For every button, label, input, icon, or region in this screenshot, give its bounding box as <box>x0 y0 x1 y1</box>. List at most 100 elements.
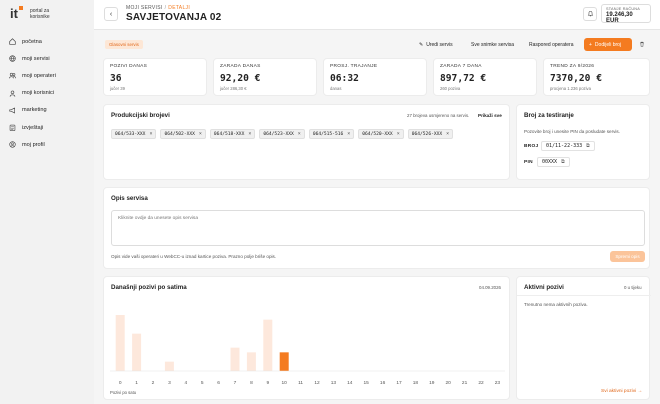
chart-tick-label: 19 <box>429 380 435 386</box>
sidebar-item-moji-korisnici[interactable]: moji korisnici <box>9 85 56 102</box>
number-chip[interactable]: 064/520-XXX × <box>358 129 404 139</box>
clipboard-icon <box>9 124 16 131</box>
stat-value: 36 <box>110 73 122 84</box>
notifications-button[interactable] <box>583 7 597 21</box>
chart-tick-label: 12 <box>314 380 320 386</box>
all-recordings-button[interactable]: Sve snimke servisa <box>466 38 519 51</box>
logo[interactable]: it portal za korisnike <box>10 6 50 20</box>
chart-bar[interactable] <box>263 319 273 371</box>
test-pin-value[interactable]: 00XXX ⧉ <box>537 157 570 167</box>
operator-schedule-button[interactable]: Raspored operatera <box>524 38 578 51</box>
sidebar-item-moji-servisi[interactable]: moji servisi <box>9 50 56 67</box>
page-title: SAVJETOVANJA 02 <box>126 12 222 23</box>
save-description-button[interactable]: Spremi opis <box>610 251 645 262</box>
account-balance[interactable]: STANJE RAČUNA 19.246,30 EUR <box>601 4 651 24</box>
show-all-button[interactable]: Prikaži sve <box>478 113 502 118</box>
stat-label: ZARADA DANAS <box>220 64 261 69</box>
active-calls-count: 0 u tijeku <box>624 285 642 290</box>
close-icon[interactable]: × <box>446 131 449 137</box>
production-numbers-card: Produkcijski brojevi 27 brojeva usmjeren… <box>103 104 510 180</box>
test-number-title: Broj za testiranje <box>524 112 574 119</box>
service-type-badge: Glasovni servis <box>105 40 143 49</box>
chart-tick-label: 3 <box>168 380 171 386</box>
chart-tick-label: 22 <box>478 380 484 386</box>
balance-value: 19.246,30 EUR <box>606 12 633 24</box>
assign-number-button[interactable]: + Dodijeli broj <box>584 38 632 51</box>
stat-sub: danas <box>330 86 342 91</box>
close-icon[interactable]: × <box>397 131 400 137</box>
chart-bar[interactable] <box>246 352 256 371</box>
copy-icon[interactable]: ⧉ <box>561 159 565 165</box>
breadcrumb-current: DETALJI <box>168 5 191 11</box>
all-active-calls-link[interactable]: Svi aktivni pozivi → <box>601 389 642 394</box>
close-icon[interactable]: × <box>298 131 301 137</box>
breadcrumb: MOJI SERVISI / DETALJI <box>126 5 191 11</box>
close-icon[interactable]: × <box>248 131 251 137</box>
chart-bar[interactable] <box>164 361 174 371</box>
number-chip[interactable]: 064/523-XXX × <box>259 129 305 139</box>
chart-bar[interactable] <box>132 333 142 371</box>
close-icon[interactable]: × <box>149 131 152 137</box>
stat-sub: 260 poziva <box>440 86 461 91</box>
production-numbers-title: Produkcijski brojevi <box>111 112 170 119</box>
number-chip[interactable]: 064/518-XXX × <box>209 129 256 139</box>
sidebar-item-moji-operateri[interactable]: moji operateri <box>9 67 56 84</box>
plus-icon: + <box>589 41 592 48</box>
calls-per-hour-card: Današnji pozivi po satima 04.09.2026 012… <box>103 276 510 400</box>
chart-bar[interactable] <box>279 352 289 371</box>
stat-label: ZARADA 7 DANA <box>440 64 482 69</box>
logo-text: portal za korisnike <box>29 7 50 20</box>
breadcrumb-parent[interactable]: MOJI SERVISI <box>126 5 163 11</box>
delete-service-button[interactable] <box>636 38 648 51</box>
test-number-value[interactable]: 01/11-22-333 ⧉ <box>541 141 595 151</box>
trash-icon <box>639 41 645 49</box>
sidebar-item-izvjestaji[interactable]: izvještaji <box>9 119 56 136</box>
chart-tick-label: 14 <box>347 380 353 386</box>
logo-mark: it <box>10 6 23 20</box>
chart-bar[interactable] <box>115 315 125 371</box>
profile-icon <box>9 141 16 148</box>
chart-tick-label: 16 <box>380 380 386 386</box>
chart-tick-label: 0 <box>119 380 122 386</box>
stat-label: PROSJ. TRAJANJE <box>330 64 378 69</box>
globe-icon <box>9 55 16 62</box>
stat-card-trend: TREND ZA 9/2026 7370,20 € procjena 1.236… <box>543 58 650 96</box>
chart-tick-label: 9 <box>266 380 269 386</box>
sidebar-item-label: moji korisnici <box>22 90 55 97</box>
production-numbers-info: 27 brojeva usmjereno na servis. <box>407 113 470 118</box>
pin-label: PIN <box>524 160 533 165</box>
chart-tick-label: 20 <box>446 380 452 386</box>
back-button[interactable]: ‹ <box>104 7 118 21</box>
chart-tick-label: 11 <box>298 380 303 386</box>
close-icon[interactable]: × <box>199 131 202 137</box>
stat-sub: jučer 286,30 € <box>220 86 247 91</box>
user-icon <box>9 90 16 97</box>
stat-sub: jučer 39 <box>110 86 125 91</box>
number-chip[interactable]: 064/533-XXX × <box>111 129 157 139</box>
chart-bar[interactable] <box>230 347 240 371</box>
sidebar-nav: početna moji servisi moji operateri moji… <box>9 33 56 153</box>
main-area: ‹ MOJI SERVISI / DETALJI SAVJETOVANJA 02 S… <box>94 0 660 404</box>
sidebar-item-marketing[interactable]: marketing <box>9 102 56 119</box>
sidebar-item-pocetna[interactable]: početna <box>9 33 56 50</box>
number-chip[interactable]: 064/526-XXX × <box>407 129 454 139</box>
copy-icon[interactable]: ⧉ <box>586 143 590 149</box>
sidebar: it portal za korisnike početna moji servi… <box>0 0 94 404</box>
sidebar-item-moj-profil[interactable]: moj profil <box>9 136 56 153</box>
chart-tick-label: 21 <box>462 380 468 386</box>
megaphone-icon <box>9 107 16 114</box>
chart-tick-label: 17 <box>396 380 402 386</box>
stat-label: TREND ZA 9/2026 <box>550 64 595 69</box>
sidebar-item-label: marketing <box>22 107 47 114</box>
chart-tick-label: 2 <box>152 380 155 386</box>
number-chip[interactable]: 064/515-516 × <box>308 129 355 139</box>
chart-tick-label: 23 <box>495 380 501 386</box>
number-chips: 064/533-XXX × 064/502-XXX × 064/518-XXX × 0… <box>111 129 454 139</box>
chart-tick-label: 10 <box>282 380 288 386</box>
active-calls-empty: Trenutno nema aktivnih poziva. <box>524 302 588 307</box>
edit-service-button[interactable]: ✎ Uredi servis <box>414 38 458 51</box>
number-chip[interactable]: 064/502-XXX × <box>160 129 206 139</box>
chart-tick-label: 8 <box>250 380 253 386</box>
description-textarea[interactable]: Kliknite ovdje da unesete opis servisa <box>111 210 645 246</box>
close-icon[interactable]: × <box>347 131 350 137</box>
